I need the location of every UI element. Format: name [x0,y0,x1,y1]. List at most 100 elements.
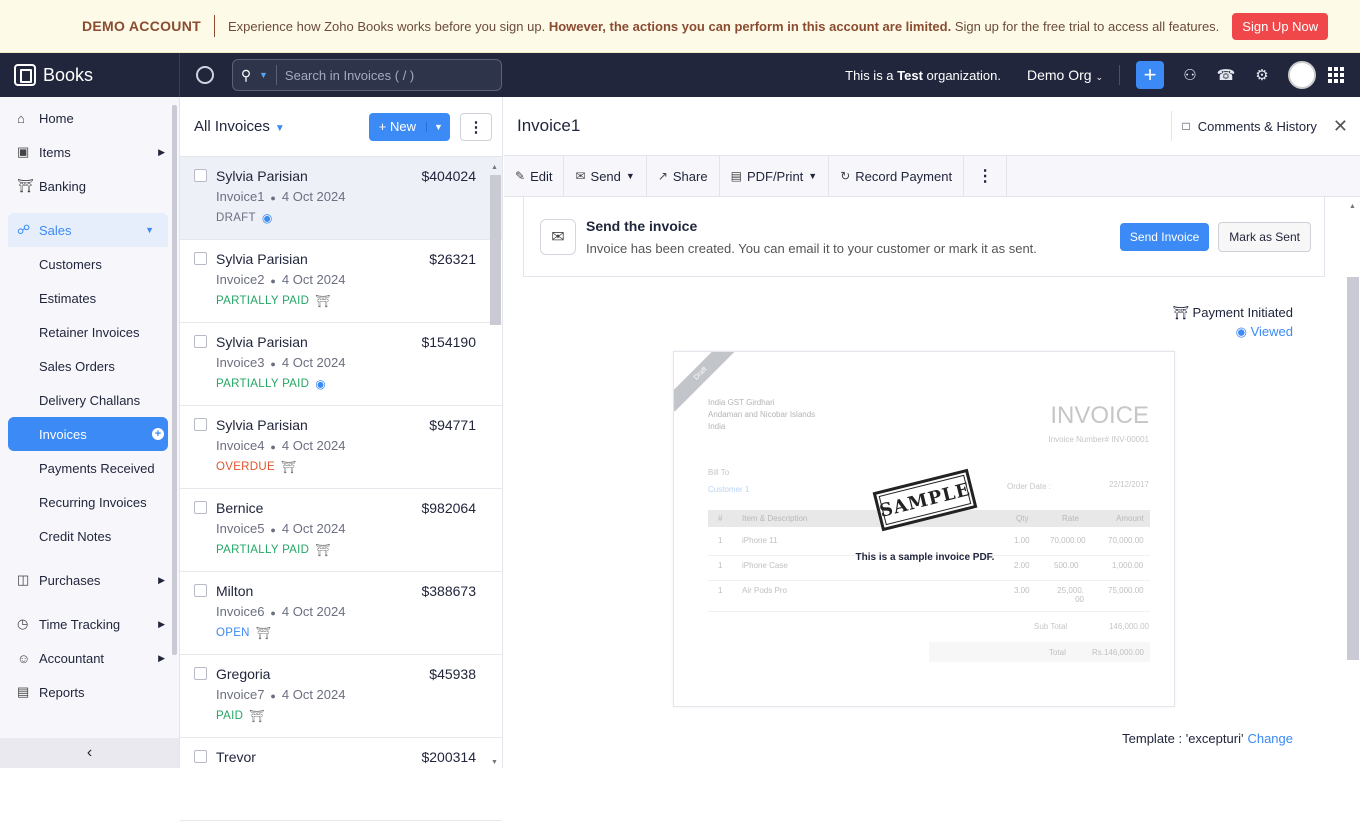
invoice-status: PARTIALLY PAID ⛩ [216,294,502,308]
sign-up-button[interactable]: Sign Up Now [1232,12,1329,40]
search-input[interactable] [275,65,501,85]
sidebar-item-reports[interactable]: ▤ Reports [0,675,179,709]
sidebar-item-label: Customers [39,256,102,272]
row-checkbox[interactable] [194,501,207,514]
sidebar-item-estimates[interactable]: Estimates [0,281,179,315]
invoice-meta: Invoice6 ● 4 Oct 2024 [216,604,502,619]
detail-scrollbar-thumb[interactable] [1347,277,1359,660]
mark-as-sent-button[interactable]: Mark as Sent [1218,221,1311,252]
items-icon: ▣ [17,144,30,159]
sidebar-item-time-tracking[interactable]: ◷ Time Tracking ▶ [0,607,179,641]
users-icon[interactable]: ⚇ [1172,66,1208,84]
edit-button[interactable]: ✎ Edit [504,156,565,196]
detail-scrollbar[interactable]: ▲ [1346,199,1359,765]
change-template-link[interactable]: Change [1247,731,1293,746]
sidebar-item-credit-notes[interactable]: Credit Notes [0,519,179,553]
scroll-down-icon[interactable]: ▼ [491,759,498,766]
new-invoice-button[interactable]: + New ▼ [368,112,450,141]
invoice-row[interactable]: Sylvia Parisian $94771 Invoice4 ● 4 Oct 2024… [180,406,502,489]
brand[interactable]: Books [0,53,180,97]
sidebar-item-recurring-invoices[interactable]: Recurring Invoices [0,485,179,519]
list-scrollbar[interactable]: ▲ ▼ [488,164,501,768]
sidebar-scrollbar[interactable] [172,105,177,655]
clock-icon: ◷ [17,616,29,631]
more-actions-button[interactable]: ⋮ [964,156,1008,196]
sidebar-item-accountant[interactable]: ☺ Accountant ▶ [0,641,179,675]
close-icon[interactable]: ✕ [1333,116,1348,137]
sidebar-item-sales-orders[interactable]: Sales Orders [0,349,179,383]
invoice-row[interactable]: Gregoria $45938 Invoice7 ● 4 Oct 2024 PAID ⛩ [180,655,502,738]
search-icon[interactable]: ⚲ [233,67,259,84]
recent-history-icon[interactable] [196,66,214,84]
invoice-row[interactable]: Milton $388673 Invoice6 ● 4 Oct 2024 OPEN ⛩ [180,572,502,655]
col-item: Item & Description [742,514,808,523]
send-invoice-button[interactable]: Send Invoice [1119,222,1210,251]
sidebar-item-label: Time Tracking [39,616,121,632]
topbar-divider [1119,65,1120,85]
list-more-options-button[interactable]: ⋮ [460,112,492,141]
sidebar-item-invoices[interactable]: Invoices + [8,417,168,451]
sidebar-item-purchases[interactable]: ◫ Purchases ▶ [0,563,179,597]
sidebar-item-retainer-invoices[interactable]: Retainer Invoices [0,315,179,349]
quick-create-button[interactable]: + [1136,61,1164,89]
row-checkbox[interactable] [194,169,207,182]
sidebar-item-customers[interactable]: Customers [0,247,179,281]
sidebar-item-banking[interactable]: ⛩ Banking [0,169,179,203]
sidebar-item-label: Reports [39,684,85,700]
row-checkbox[interactable] [194,252,207,265]
add-invoice-icon[interactable]: + [152,428,164,440]
share-button[interactable]: ↗ Share [647,156,720,196]
banner-message: Experience how Zoho Books works before y… [228,19,1219,34]
send-button[interactable]: ✉ Send ▼ [564,156,647,196]
invoice-row[interactable]: Sylvia Parisian $154190 Invoice3 ● 4 Oct 202… [180,323,502,406]
invoice-row[interactable]: Sylvia Parisian $26321 Invoice2 ● 4 Oct 2024… [180,240,502,323]
row-checkbox[interactable] [194,418,207,431]
scroll-up-icon[interactable]: ▲ [491,164,498,171]
pdf-icon: ▤ [730,169,742,183]
row-checkbox[interactable] [194,750,207,763]
status-badge: DRAFT [216,212,256,224]
avatar[interactable] [1288,61,1316,89]
collapse-sidebar-button[interactable]: ‹ [0,738,179,768]
comments-history-button[interactable]: □ Comments & History [1171,111,1317,141]
search-filter-chevron-icon[interactable]: ▼ [259,70,268,80]
org-switcher[interactable]: Demo Org ⌄ [1027,67,1103,83]
invoice-meta: Invoice7 ● 4 Oct 2024 [216,687,502,702]
dot-separator: ● [270,691,276,701]
new-button-label[interactable]: + New [369,119,426,134]
invoice-number: Invoice2 [216,272,265,287]
invoice-rows: Sylvia Parisian $404024 Invoice1 ● 4 Oct 202… [180,157,502,821]
row-checkbox[interactable] [194,335,207,348]
bank-icon: ⛩ [17,178,34,193]
banner-msg-end: Sign up for the free trial to access all… [951,18,1220,34]
bell-icon[interactable]: ☎ [1208,66,1244,84]
list-view-selector[interactable]: All Invoices ▼ [194,118,285,135]
invoice-row[interactable]: Bernice $982064 Invoice5 ● 4 Oct 2024 PARTIAL… [180,489,502,572]
edit-label: Edit [530,168,553,184]
send-invoice-card: ✉ Send the invoice Invoice has been crea… [523,197,1325,277]
row-amount: 75,000.00 [1108,586,1144,595]
sidebar-item-delivery-challans[interactable]: Delivery Challans [0,383,179,417]
sidebar-item-payments-received[interactable]: Payments Received [0,451,179,485]
invoice-row[interactable]: Sylvia Parisian $404024 Invoice1 ● 4 Oct 202… [180,157,502,240]
search-box[interactable]: ⚲ ▼ [232,59,502,91]
apps-grid-icon[interactable] [1328,67,1344,83]
sidebar-item-home[interactable]: ⌂ Home [0,101,179,135]
record-payment-button[interactable]: ↻ Record Payment [829,156,965,196]
invoice-list-panel: All Invoices ▼ + New ▼ ⋮ Sylvia Parisian $… [180,97,503,821]
sidebar-item-sales[interactable]: ☍ Sales ▼ [8,213,168,247]
invoice-date: 4 Oct 2024 [281,438,346,453]
row-checkbox[interactable] [194,667,207,680]
status-badge: PARTIALLY PAID [216,295,310,307]
scroll-up-icon[interactable]: ▲ [1349,203,1356,210]
pdf-print-button[interactable]: ▤ PDF/Print ▼ [720,156,830,196]
gear-icon[interactable]: ⚙ [1244,66,1280,84]
invoice-row[interactable]: Trevor $200314 [180,738,502,821]
row-item: iPhone 11 [742,536,778,545]
new-dropdown-chevron-icon[interactable]: ▼ [426,121,450,132]
sidebar-item-label: Payments Received [39,460,155,476]
row-checkbox[interactable] [194,584,207,597]
list-scrollbar-thumb[interactable] [490,175,501,325]
invoice-amount: $982064 [421,500,476,516]
sidebar-item-items[interactable]: ▣ Items ▶ [0,135,179,169]
